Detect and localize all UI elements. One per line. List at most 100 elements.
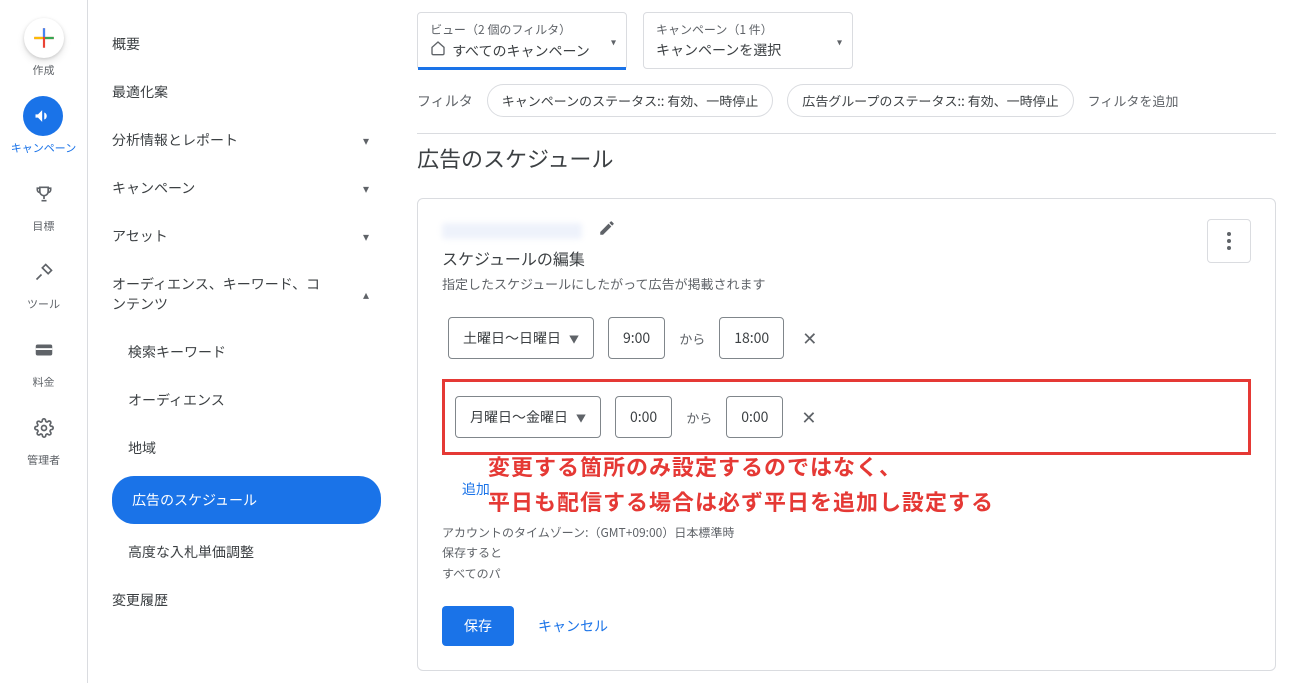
end-time-input[interactable]: 0:00 — [726, 396, 783, 438]
rail-goal-label: 目標 — [33, 218, 55, 234]
rail-tool[interactable]: ツール — [24, 252, 64, 312]
nav-reports[interactable]: 分析情報とレポート ▾ — [88, 116, 393, 164]
filter-label: フィルタ — [417, 91, 473, 111]
rail-goal[interactable]: 目標 — [24, 174, 64, 234]
megaphone-icon — [23, 96, 63, 136]
between-label: から — [686, 408, 712, 427]
nav-audience-label: オーディエンス — [128, 390, 225, 410]
nav-bid-adj[interactable]: 高度な入札単価調整 — [88, 528, 393, 576]
add-schedule-link[interactable]: 追加 — [462, 479, 490, 499]
view-selector[interactable]: ビュー（2 個のフィルタ） すべてのキャンペーン ▾ — [417, 12, 627, 70]
chevron-up-icon: ▴ — [363, 286, 369, 303]
home-icon — [430, 40, 446, 61]
days-select[interactable]: 月曜日～金曜日 ▼ — [455, 396, 601, 438]
nav-overview[interactable]: 概要 — [88, 20, 393, 68]
nav-ad-schedule[interactable]: 広告のスケジュール — [112, 476, 381, 524]
filter-row: フィルタ キャンペーンのステータス:: 有効、一時停止 広告グループのステータス… — [417, 78, 1276, 133]
filter-chip-campaign-status[interactable]: キャンペーンのステータス:: 有効、一時停止 — [487, 84, 774, 117]
nav-audience-kw-label: オーディエンス、キーワード、コンテンツ — [112, 274, 332, 314]
tz-line2: 保存すると — [442, 543, 1251, 563]
chevron-down-icon: ▾ — [363, 132, 369, 149]
more-button[interactable] — [1207, 219, 1251, 263]
rail-campaign-label: キャンペーン — [11, 140, 76, 156]
rail-fee[interactable]: 料金 — [24, 330, 64, 390]
annotation-text: 変更する箇所のみ設定するのではなく、 平日も配信する場合は必ず平日を追加し設定す… — [488, 449, 994, 519]
filter-chip-adgroup-status[interactable]: 広告グループのステータス:: 有効、一時停止 — [787, 84, 1073, 117]
nav-campaign[interactable]: キャンペーン ▾ — [88, 164, 393, 212]
nav-campaign-label: キャンペーン — [112, 178, 195, 198]
nav-history[interactable]: 変更履歴 — [88, 576, 393, 624]
nav-search-kw[interactable]: 検索キーワード — [88, 328, 393, 376]
nav-history-label: 変更履歴 — [112, 590, 168, 610]
card-icon — [24, 330, 64, 370]
rail-fee-label: 料金 — [33, 374, 55, 390]
schedule-row: 土曜日～日曜日 ▼ 9:00 から 18:00 ✕ — [442, 311, 1251, 365]
caret-down-icon: ▼ — [569, 331, 579, 346]
main: ビュー（2 個のフィルタ） すべてのキャンペーン ▾ キャンペーン（1 件） キ… — [393, 0, 1300, 683]
card-subtitle: スケジュールの編集 — [442, 246, 765, 270]
cancel-button[interactable]: キャンセル — [538, 616, 608, 636]
more-vertical-icon — [1227, 232, 1231, 250]
nav-audience-kw[interactable]: オーディエンス、キーワード、コンテンツ ▴ — [88, 260, 393, 328]
end-time-input[interactable]: 18:00 — [719, 317, 784, 359]
trophy-icon — [24, 174, 64, 214]
page-title: 広告のスケジュール — [417, 133, 1276, 198]
nav-optimization-label: 最適化案 — [112, 82, 168, 102]
left-rail: 作成 キャンペーン 目標 ツール 料金 — [0, 0, 88, 683]
start-time-input[interactable]: 0:00 — [615, 396, 672, 438]
save-button[interactable]: 保存 — [442, 606, 514, 646]
nav-optimization[interactable]: 最適化案 — [88, 68, 393, 116]
schedule-card: スケジュールの編集 指定したスケジュールにしたがって広告が掲載されます 土曜日～… — [417, 198, 1276, 671]
nav-reports-label: 分析情報とレポート — [112, 130, 238, 150]
start-time-input[interactable]: 9:00 — [608, 317, 665, 359]
gear-icon — [24, 408, 64, 448]
rail-admin-label: 管理者 — [27, 452, 60, 468]
start-time-value: 0:00 — [630, 407, 657, 427]
annotation-line2: 平日も配信する場合は必ず平日を追加し設定する — [488, 484, 994, 519]
days-value: 月曜日～金曜日 — [470, 407, 568, 427]
end-time-value: 18:00 — [734, 328, 769, 348]
days-select[interactable]: 土曜日～日曜日 ▼ — [448, 317, 594, 359]
rail-campaign[interactable]: キャンペーン — [11, 96, 76, 156]
rail-tool-label: ツール — [27, 296, 60, 312]
caret-down-icon: ▾ — [837, 33, 842, 48]
nav-region[interactable]: 地域 — [88, 424, 393, 472]
timezone-info: アカウントのタイムゾーン:（GMT+09:00）日本標準時 保存すると すべての… — [442, 523, 1251, 584]
rail-create-label: 作成 — [33, 62, 55, 78]
view-selector-label: ビュー（2 個のフィルタ） — [430, 21, 590, 38]
caret-down-icon: ▼ — [576, 410, 586, 425]
tools-icon — [24, 252, 64, 292]
nav-audience[interactable]: オーディエンス — [88, 376, 393, 424]
chevron-down-icon: ▾ — [363, 228, 369, 245]
rail-admin[interactable]: 管理者 — [24, 408, 64, 468]
tz-line3: すべてのパ — [442, 564, 1251, 584]
nav-search-kw-label: 検索キーワード — [128, 342, 226, 362]
campaign-selector[interactable]: キャンペーン（1 件） キャンペーンを選択 ▾ — [643, 12, 853, 69]
annotation-line1: 変更する箇所のみ設定するのではなく、 — [488, 449, 994, 484]
rail-create[interactable]: 作成 — [24, 18, 64, 78]
nav-asset-label: アセット — [112, 226, 168, 246]
blurred-campaign-name — [442, 223, 582, 239]
nav-overview-label: 概要 — [112, 34, 140, 54]
end-time-value: 0:00 — [741, 407, 768, 427]
caret-down-icon: ▾ — [611, 34, 616, 49]
nav-ad-schedule-label: 広告のスケジュール — [132, 490, 257, 510]
remove-row-button[interactable]: ✕ — [797, 400, 820, 434]
topbar: ビュー（2 個のフィルタ） すべてのキャンペーン ▾ キャンペーン（1 件） キ… — [417, 0, 1276, 78]
nav-asset[interactable]: アセット ▾ — [88, 212, 393, 260]
filter-add[interactable]: フィルタを追加 — [1088, 91, 1179, 110]
remove-row-button[interactable]: ✕ — [798, 321, 821, 355]
pencil-icon[interactable] — [598, 219, 616, 242]
between-label: から — [679, 329, 705, 348]
view-selector-value: すべてのキャンペーン — [452, 41, 590, 61]
plus-icon — [24, 18, 64, 58]
nav-bid-adj-label: 高度な入札単価調整 — [128, 542, 254, 562]
campaign-selector-label: キャンペーン（1 件） — [656, 21, 816, 38]
sidebar: 概要 最適化案 分析情報とレポート ▾ キャンペーン ▾ アセット ▾ オーディエンス… — [88, 0, 393, 683]
campaign-selector-value: キャンペーンを選択 — [656, 40, 781, 60]
start-time-value: 9:00 — [623, 328, 650, 348]
nav-region-label: 地域 — [128, 438, 156, 458]
schedule-row-highlighted: 月曜日～金曜日 ▼ 0:00 から 0:00 ✕ — [442, 379, 1251, 455]
chevron-down-icon: ▾ — [363, 180, 369, 197]
days-value: 土曜日～日曜日 — [463, 328, 561, 348]
